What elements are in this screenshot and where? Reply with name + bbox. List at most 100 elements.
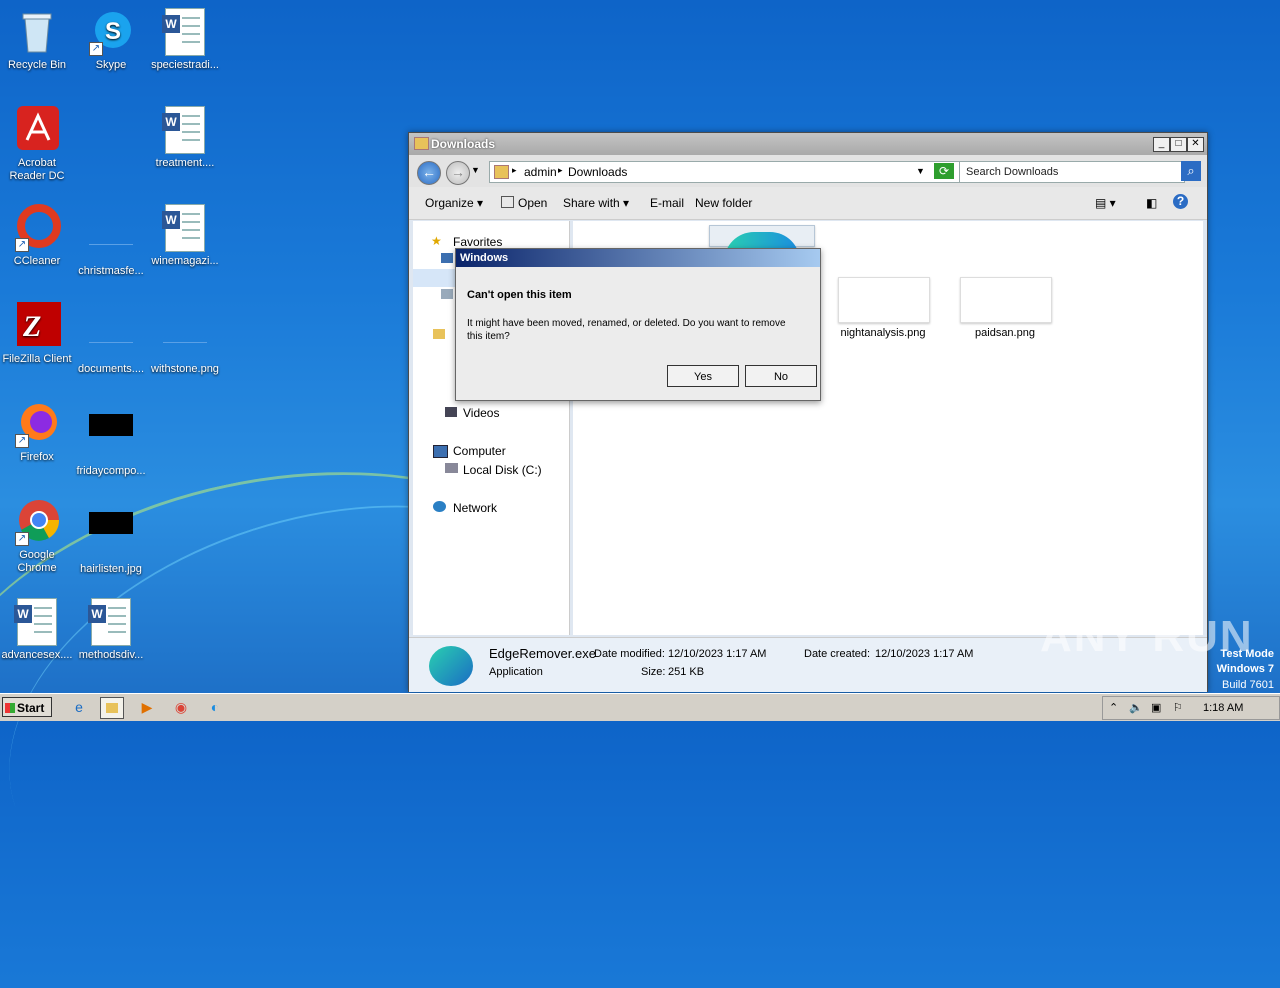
- minimize-button[interactable]: _: [1153, 137, 1170, 152]
- dialog-heading: Can't open this item: [467, 289, 572, 301]
- maximize-button[interactable]: □: [1170, 137, 1187, 152]
- file-item-selected[interactable]: [709, 225, 815, 262]
- firefox-icon: ↗: [13, 400, 61, 448]
- breadcrumb-downloads[interactable]: Downloads: [568, 165, 627, 179]
- desktop-icon-methodsdiv[interactable]: W methodsdiv...: [74, 598, 148, 662]
- desktop-icon-speciestradi[interactable]: W speciestradi...: [148, 8, 222, 72]
- email-button[interactable]: E-mail: [650, 196, 684, 210]
- internet-explorer-icon[interactable]: e: [68, 697, 90, 717]
- desktop-icon-label: Firefox: [20, 451, 54, 463]
- media-player-icon[interactable]: ▶: [136, 697, 158, 717]
- action-center-icon[interactable]: ⚐: [1173, 701, 1183, 714]
- svg-text:Z: Z: [22, 310, 41, 343]
- file-label[interactable]: nightanalysis.png: [827, 327, 939, 339]
- chrome-icon: ↗: [13, 498, 61, 546]
- shortcut-arrow-icon: ↗: [89, 42, 103, 56]
- windows-version-label: Windows 7: [1216, 663, 1274, 675]
- details-type: Application: [489, 666, 543, 678]
- desktop-icon-recycle-bin[interactable]: Recycle Bin: [0, 8, 74, 72]
- details-date-created-label: Date created:: [804, 648, 871, 660]
- file-label[interactable]: paidsan.png: [949, 327, 1061, 339]
- command-bar: Organize ▾ Open Share with ▾ E-mail New …: [409, 187, 1207, 220]
- file-thumbnail-icon: [87, 312, 135, 360]
- file-thumbnail-paidsan[interactable]: [960, 277, 1052, 323]
- recent-pages-dropdown[interactable]: ▼: [471, 165, 480, 175]
- yes-button[interactable]: Yes: [667, 365, 739, 387]
- new-folder-button[interactable]: New folder: [695, 196, 752, 210]
- breadcrumb-admin[interactable]: admin: [524, 165, 557, 179]
- desktop-icon-chrome[interactable]: ↗ Google Chrome: [0, 498, 74, 575]
- file-thumbnail-icon: [87, 214, 135, 262]
- nav-local-disk[interactable]: Local Disk (C:): [463, 463, 542, 477]
- shortcut-arrow-icon: ↗: [15, 238, 29, 252]
- help-icon[interactable]: ?: [1173, 194, 1188, 209]
- desktop-icon-hairlisten[interactable]: hairlisten.jpg: [74, 498, 148, 576]
- desktop-icon-filezilla[interactable]: Z FileZilla Client: [0, 302, 74, 366]
- edge-icon: [429, 646, 473, 686]
- network-icon: [433, 501, 446, 512]
- forward-button[interactable]: →: [446, 161, 470, 185]
- details-date-modified: 12/10/2023 1:17 AM: [668, 648, 767, 660]
- nav-network[interactable]: Network: [453, 501, 497, 515]
- no-button[interactable]: No: [745, 365, 817, 387]
- desktop-icon-advancesex[interactable]: W advancesex....: [0, 598, 74, 662]
- address-dropdown-icon[interactable]: ▼: [916, 166, 925, 176]
- open-icon: [501, 196, 514, 208]
- shortcut-arrow-icon: ↗: [15, 434, 29, 448]
- share-with-button[interactable]: Share with ▾: [563, 196, 629, 210]
- test-mode-label: Test Mode: [1220, 648, 1274, 660]
- back-button[interactable]: ←: [417, 161, 441, 185]
- desktop-icon-ccleaner[interactable]: ↗ CCleaner: [0, 204, 74, 268]
- details-size-label: Size:: [641, 666, 666, 678]
- explorer-taskbar-button[interactable]: [100, 697, 124, 719]
- dialog-title[interactable]: Windows: [456, 249, 820, 267]
- clock[interactable]: 1:18 AM: [1203, 702, 1243, 714]
- edge-taskbar-icon[interactable]: ◐: [204, 697, 226, 717]
- preview-pane-icon[interactable]: ◧: [1146, 196, 1157, 210]
- start-button[interactable]: Start: [2, 697, 52, 717]
- desktop-icon-label: withstone.png: [151, 363, 219, 375]
- libraries-icon: [433, 329, 445, 339]
- folder-icon: [494, 165, 509, 179]
- nav-videos[interactable]: Videos: [463, 406, 499, 420]
- show-hidden-icons-icon[interactable]: ⌃: [1109, 701, 1118, 714]
- desktop-icon-label: CCleaner: [13, 255, 61, 267]
- desktop-icon-label: Recycle Bin: [7, 59, 67, 71]
- change-view-icon[interactable]: ▤ ▾: [1095, 196, 1116, 210]
- word-document-icon: W: [13, 598, 61, 646]
- svg-text:S: S: [105, 18, 121, 45]
- videos-icon: [445, 407, 457, 417]
- refresh-icon[interactable]: ⟳: [934, 163, 954, 179]
- nav-favorites[interactable]: Favorites: [453, 235, 502, 249]
- search-input[interactable]: Search Downloads: [959, 161, 1185, 183]
- desktop-icon-documents[interactable]: documents....: [74, 302, 148, 376]
- desktop-icon-withstone[interactable]: withstone.png: [148, 302, 222, 376]
- desktop-icon-christmasfe[interactable]: christmasfe...: [74, 204, 148, 278]
- organize-button[interactable]: Organize ▾: [425, 196, 483, 210]
- acrobat-icon: [13, 106, 61, 154]
- search-icon[interactable]: ⌕: [1181, 161, 1201, 181]
- skype-icon: S ↗: [87, 8, 135, 56]
- address-bar-row: ← → ▼ ▸ admin ▸ Downloads ▼ ⟳ Search Dow…: [409, 155, 1207, 187]
- details-date-modified-label: Date modified:: [594, 648, 665, 660]
- address-box[interactable]: ▸ admin ▸ Downloads ▼ ⟳: [489, 161, 961, 183]
- details-filename: EdgeRemover.exe: [489, 646, 596, 661]
- file-thumbnail-nightanalysis[interactable]: [838, 277, 930, 323]
- details-size: 251 KB: [668, 666, 705, 678]
- chrome-taskbar-icon[interactable]: ◉: [170, 697, 192, 717]
- desktop-icon-label: methodsdiv...: [78, 649, 144, 661]
- close-button[interactable]: ✕: [1187, 137, 1204, 152]
- desktop-icon-label: Skype: [95, 59, 127, 71]
- desktop-icon-acrobat[interactable]: Acrobat Reader DC: [0, 106, 74, 183]
- window-titlebar[interactable]: Downloads _ □ ✕: [409, 133, 1207, 155]
- desktop-icon-skype[interactable]: S ↗ Skype: [74, 8, 148, 72]
- network-tray-icon[interactable]: ▣: [1151, 701, 1161, 714]
- desktop-icon: [441, 253, 453, 263]
- desktop-icon-winemagazi[interactable]: W winemagazi...: [148, 204, 222, 268]
- volume-icon[interactable]: 🔈: [1129, 701, 1143, 714]
- desktop-icon-firefox[interactable]: ↗ Firefox: [0, 400, 74, 464]
- desktop-icon-fridaycompo[interactable]: fridaycompo...: [74, 400, 148, 478]
- nav-computer[interactable]: Computer: [453, 444, 506, 458]
- desktop-icon-treatment[interactable]: W treatment....: [148, 106, 222, 170]
- open-button[interactable]: Open: [501, 196, 547, 210]
